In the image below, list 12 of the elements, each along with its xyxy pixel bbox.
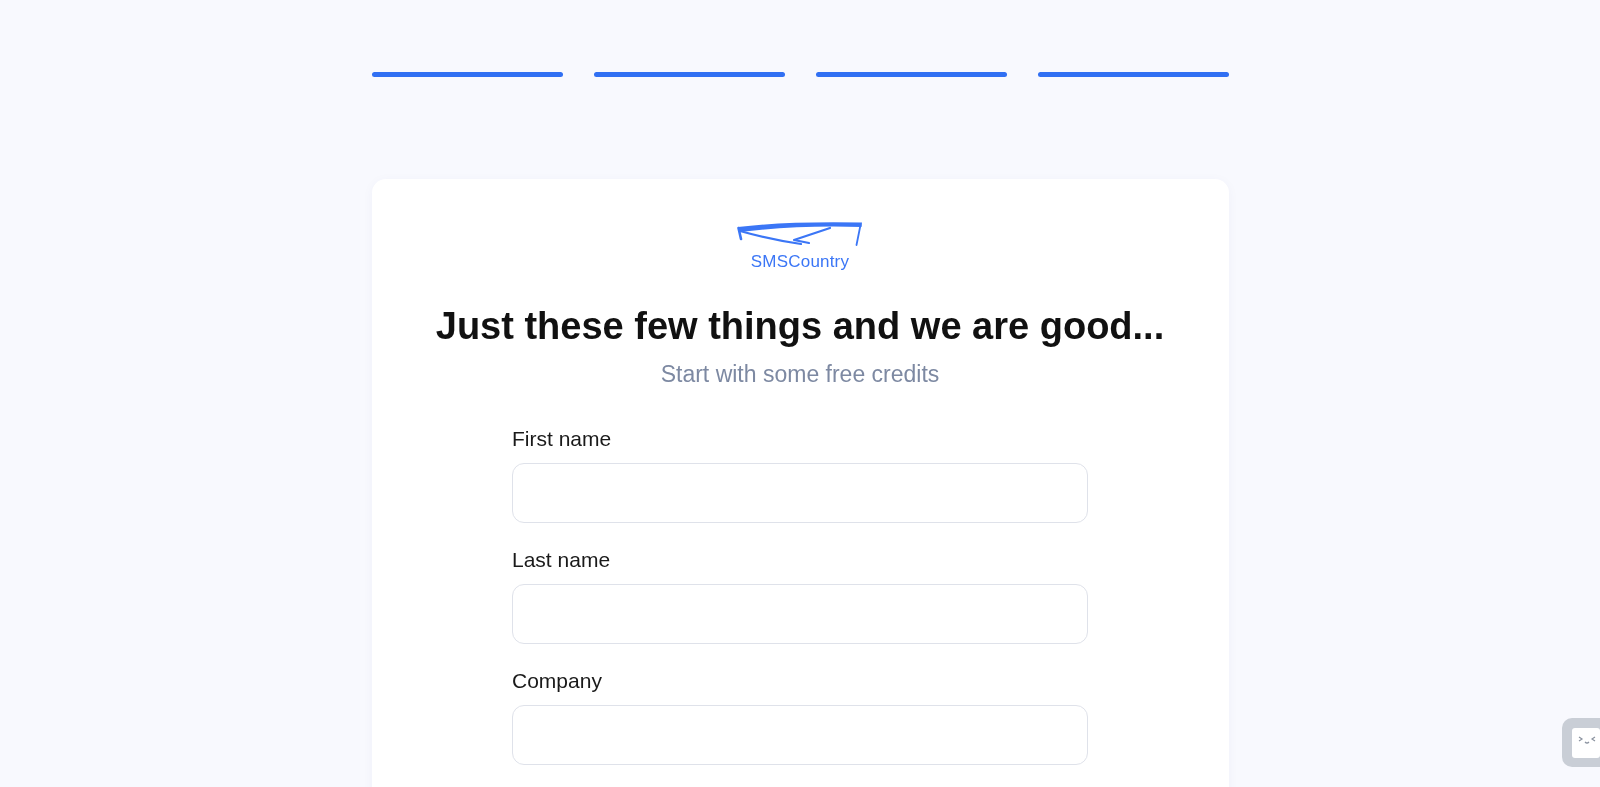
field-label: First name [512, 426, 612, 452]
face-icon [1572, 727, 1600, 758]
floating-widget-button[interactable] [1562, 718, 1600, 767]
logo-swoosh-icon [737, 222, 863, 246]
logo-text: SMSCountry [750, 252, 850, 272]
text-input-field[interactable] [512, 463, 1088, 523]
text-input-field[interactable] [512, 705, 1088, 765]
page-heading: Just these few things and we are good... [435, 304, 1165, 348]
text-input-field[interactable] [512, 584, 1088, 644]
page-subtitle: Start with some free credits [660, 360, 940, 389]
field-label: Company [512, 668, 602, 694]
field-label: Last name [512, 547, 611, 573]
